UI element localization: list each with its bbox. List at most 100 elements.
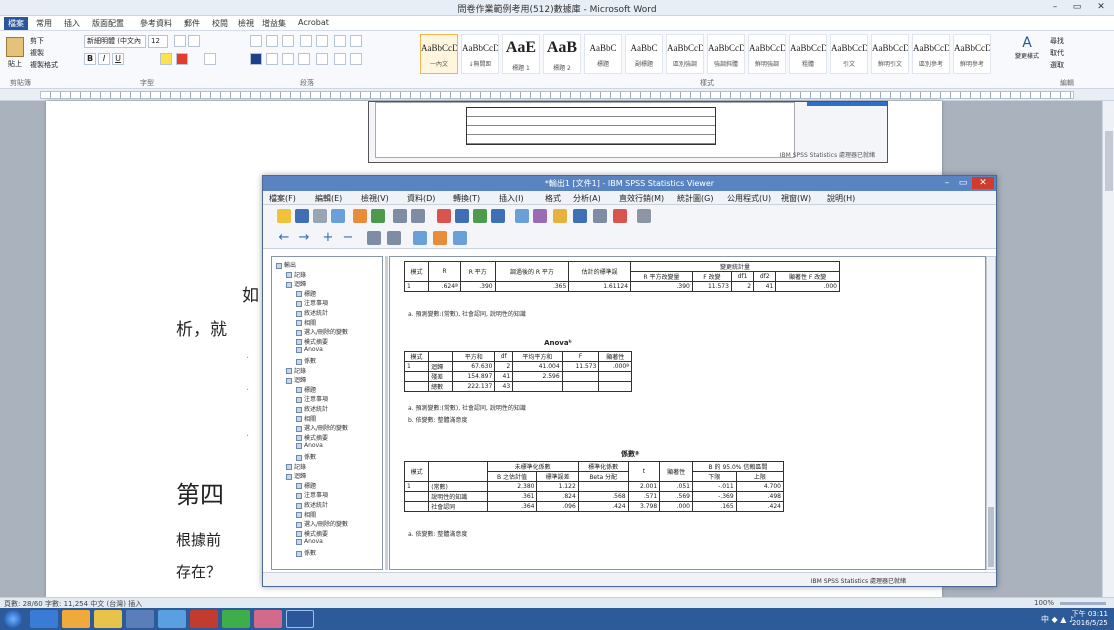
outline-item[interactable]: Anova (296, 346, 323, 354)
pdf-icon[interactable] (190, 610, 218, 628)
shrink-font-icon[interactable] (188, 35, 200, 47)
minimize-button[interactable]: – (1044, 1, 1066, 14)
font-size-box[interactable]: 12 (148, 35, 168, 48)
highlight-icon[interactable] (160, 53, 172, 65)
outline-item[interactable]: 標題 (296, 481, 316, 490)
explorer-icon[interactable] (62, 610, 90, 628)
spss-menu-item[interactable]: 視窗(W) (781, 193, 811, 204)
justify-icon[interactable] (298, 53, 310, 65)
outline-item[interactable]: 相關 (296, 414, 316, 423)
export-icon[interactable] (353, 209, 367, 223)
spss-menu-item[interactable]: 編輯(E) (315, 193, 342, 204)
tab-mailings[interactable]: 郵件 (184, 18, 200, 29)
insert-title-icon[interactable] (573, 209, 587, 223)
outline-item[interactable]: 記錄 (286, 366, 306, 375)
redo-icon[interactable] (411, 209, 425, 223)
start-button-icon[interactable] (4, 610, 22, 628)
outline-item[interactable]: 迴歸 (286, 279, 306, 288)
goto-data-icon[interactable] (437, 209, 451, 223)
outline-item[interactable]: 標題 (296, 289, 316, 298)
output-content-pane[interactable]: 模式 R R 平方 調過後的 R 平方 估計的標準誤 變更統計量 R 平方改變量… (389, 256, 986, 570)
save-icon[interactable] (295, 209, 309, 223)
find-icon[interactable] (515, 209, 529, 223)
spss-menu-item[interactable]: 轉換(T) (453, 193, 480, 204)
style-swatch[interactable]: AaBbCcD ↓無間距 (461, 34, 499, 74)
sort-icon[interactable] (334, 35, 346, 47)
collapse-icon[interactable]: − (341, 231, 355, 245)
zoom-slider[interactable] (1060, 602, 1106, 605)
word-task-icon[interactable] (286, 610, 314, 628)
style-swatch[interactable]: AaB 標題 2 (543, 34, 581, 74)
zoom-level[interactable]: 100% (1034, 599, 1054, 607)
outline-item[interactable]: 係數 (296, 356, 316, 365)
expand-icon[interactable]: + (321, 231, 335, 245)
outline-item[interactable]: Anova (296, 538, 323, 546)
insert-new-text-icon[interactable] (453, 231, 467, 245)
spss-menu-item[interactable]: 分析(A) (573, 193, 601, 204)
bold-icon[interactable]: B (84, 53, 96, 65)
print-icon[interactable] (313, 209, 327, 223)
outline-item[interactable]: 敘述統計 (296, 404, 328, 413)
copy-button[interactable]: 複製 (30, 48, 44, 58)
outline-item[interactable]: 選入/刪除的變數 (296, 423, 348, 432)
tab-file[interactable]: 檔案 (4, 17, 28, 30)
format-painter-button[interactable]: 複製格式 (30, 60, 58, 70)
tab-home[interactable]: 常用 (36, 18, 52, 29)
content-scrollbar-thumb[interactable] (988, 507, 994, 567)
clock[interactable]: 下午 03:11 2016/5/25 (1072, 610, 1108, 628)
embedded-screenshot[interactable]: IBM SPSS Statistics 處理器已就緒 (368, 101, 888, 163)
outline-item[interactable]: 迴歸 (286, 471, 306, 480)
grow-font-icon[interactable] (174, 35, 186, 47)
spss-maximize-button[interactable]: ▭ (956, 177, 970, 189)
spss-menu-item[interactable]: 說明(H) (827, 193, 855, 204)
italic-icon[interactable]: I (98, 53, 110, 65)
style-swatch[interactable]: AaBbCcD 鮮明引文 (871, 34, 909, 74)
variables-icon[interactable] (491, 209, 505, 223)
system-tray[interactable]: 中 ◆ ▲ ♪ (1041, 614, 1074, 625)
tab-references[interactable]: 參考資料 (140, 18, 172, 29)
outline-item[interactable]: 模式摘要 (296, 337, 328, 346)
spss-menu-item[interactable]: 檔案(F) (269, 193, 296, 204)
select-button[interactable]: 選取 (1050, 60, 1064, 70)
spss-menu-item[interactable]: 統計圖(G) (677, 193, 713, 204)
outline-item[interactable]: 迴歸 (286, 375, 306, 384)
close-button[interactable]: ✕ (1090, 1, 1112, 14)
promote-icon[interactable]: ← (277, 231, 291, 245)
font-color-icon[interactable] (176, 53, 188, 65)
show-marks-icon[interactable] (350, 35, 362, 47)
outline-item[interactable]: 模式摘要 (296, 529, 328, 538)
style-swatch[interactable]: AaBbCcD 區別參考 (912, 34, 950, 74)
outline-item[interactable]: 模式摘要 (296, 433, 328, 442)
maximize-button[interactable]: ▭ (1066, 1, 1088, 14)
goto-variable-icon[interactable] (473, 209, 487, 223)
outline-item[interactable]: 選入/刪除的變數 (296, 519, 348, 528)
underline-icon[interactable]: U (112, 53, 124, 65)
find-button[interactable]: 尋找 (1050, 36, 1064, 46)
outline-item[interactable]: 注意事項 (296, 394, 328, 403)
show-all-icon[interactable] (613, 209, 627, 223)
insert-new-title-icon[interactable] (433, 231, 447, 245)
align-right-icon[interactable] (282, 53, 294, 65)
spss-menu-item[interactable]: 資料(D) (407, 193, 435, 204)
ie-icon[interactable] (30, 610, 58, 628)
align-left-icon[interactable] (250, 53, 262, 65)
tab-view[interactable]: 檢視 (238, 18, 254, 29)
tab-review[interactable]: 校閱 (212, 18, 228, 29)
spss-menu-item[interactable]: 格式 (545, 193, 561, 204)
style-swatch[interactable]: AaBbCcD 鮮明強調 (748, 34, 786, 74)
line-spacing-icon[interactable] (316, 53, 328, 65)
spss-menu-item[interactable]: 直效行銷(M) (619, 193, 664, 204)
open-icon[interactable] (277, 209, 291, 223)
spss-menu-item[interactable]: 檢視(V) (361, 193, 389, 204)
app-icon[interactable] (126, 610, 154, 628)
outline-pane[interactable]: 輸出 記錄 迴歸 標題 注意事項 敘述統計 相關 選入/刪除的變數 模式摘要 Anova 係數 記錄迴… (271, 256, 383, 570)
outline-item[interactable]: 相關 (296, 318, 316, 327)
spss-close-button[interactable]: ✕ (972, 177, 994, 189)
shading-icon[interactable] (334, 53, 346, 65)
outline-item[interactable]: 標題 (296, 385, 316, 394)
horizontal-ruler[interactable] (0, 89, 1114, 101)
goto-case-icon[interactable] (455, 209, 469, 223)
bullets-icon[interactable] (250, 35, 262, 47)
hide-item-icon[interactable] (387, 231, 401, 245)
insert-text-icon[interactable] (593, 209, 607, 223)
